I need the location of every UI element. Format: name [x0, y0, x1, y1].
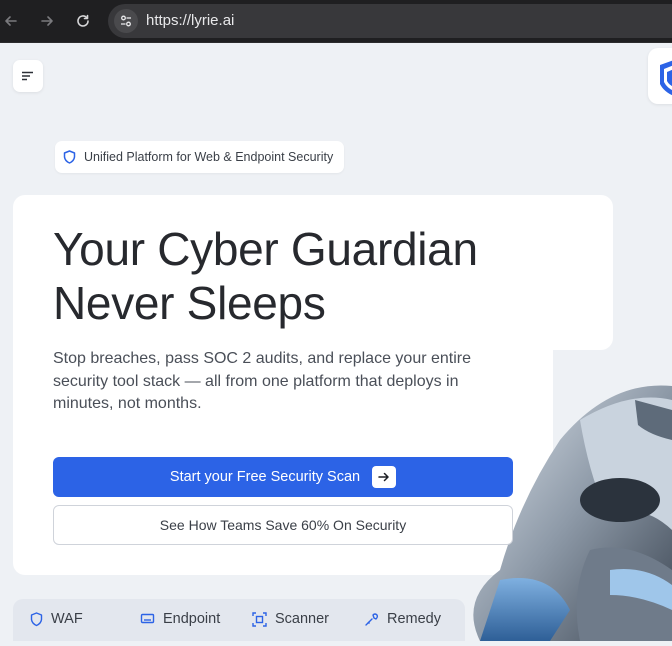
- hero-title-line1: Your Cyber Guardian: [53, 223, 478, 275]
- scan-icon: [252, 611, 267, 627]
- feature-tab-endpoint[interactable]: Endpoint: [140, 611, 220, 627]
- reload-icon: [77, 14, 89, 27]
- see-savings-button[interactable]: See How Teams Save 60% On Security: [53, 505, 513, 545]
- menu-button[interactable]: [13, 60, 43, 92]
- shield-icon: [30, 611, 43, 626]
- hero-title-line2: Never Sleeps: [53, 277, 326, 329]
- reload-button[interactable]: [72, 10, 94, 32]
- arrow-right-icon: [372, 466, 397, 488]
- shield-logo-icon: [660, 60, 672, 96]
- logo[interactable]: [648, 48, 672, 104]
- feature-tab-label: Remedy: [387, 611, 441, 627]
- hero-subtitle: Stop breaches, pass SOC 2 audits, and re…: [53, 348, 493, 416]
- tune-icon: [121, 15, 131, 27]
- hero-subtitle-line3: minutes, not months.: [53, 395, 202, 412]
- feature-tab-remedy[interactable]: Remedy: [364, 611, 441, 627]
- start-free-scan-label: Start your Free Security Scan: [169, 469, 361, 485]
- laptop-icon: [140, 613, 155, 624]
- tagline-badge-label: Unified Platform for Web & Endpoint Secu…: [84, 150, 334, 164]
- forward-button[interactable]: [36, 10, 58, 32]
- arrow-right-icon: [41, 16, 53, 26]
- address-bar[interactable]: https://lyrie.ai: [108, 4, 672, 38]
- hero-title: Your Cyber Guardian Never Sleeps: [53, 222, 573, 330]
- feature-tab-label: Scanner: [275, 611, 330, 627]
- hero-subtitle-line2: security tool stack — all from one platf…: [53, 372, 459, 390]
- wrench-icon: [365, 612, 379, 626]
- feature-tab-label: WAF: [51, 611, 83, 627]
- site-info-button[interactable]: [114, 9, 138, 33]
- menu-icon: [22, 71, 33, 81]
- feature-tab-scanner[interactable]: Scanner: [252, 611, 329, 627]
- see-savings-label: See How Teams Save 60% On Security: [159, 517, 407, 533]
- back-button[interactable]: [0, 10, 22, 32]
- tagline-badge: Unified Platform for Web & Endpoint Secu…: [55, 141, 345, 173]
- feature-tab-waf[interactable]: WAF: [30, 611, 83, 627]
- hero-subtitle-line1: Stop breaches, pass SOC 2 audits, and re…: [53, 350, 472, 367]
- url-text: https://lyrie.ai: [146, 12, 235, 29]
- arrow-left-icon: [5, 16, 17, 26]
- browser-toolbar: https://lyrie.ai: [0, 0, 672, 43]
- start-free-scan-button[interactable]: Start your Free Security Scan: [53, 457, 513, 497]
- feature-tab-label: Endpoint: [163, 611, 221, 627]
- shield-icon: [63, 150, 76, 164]
